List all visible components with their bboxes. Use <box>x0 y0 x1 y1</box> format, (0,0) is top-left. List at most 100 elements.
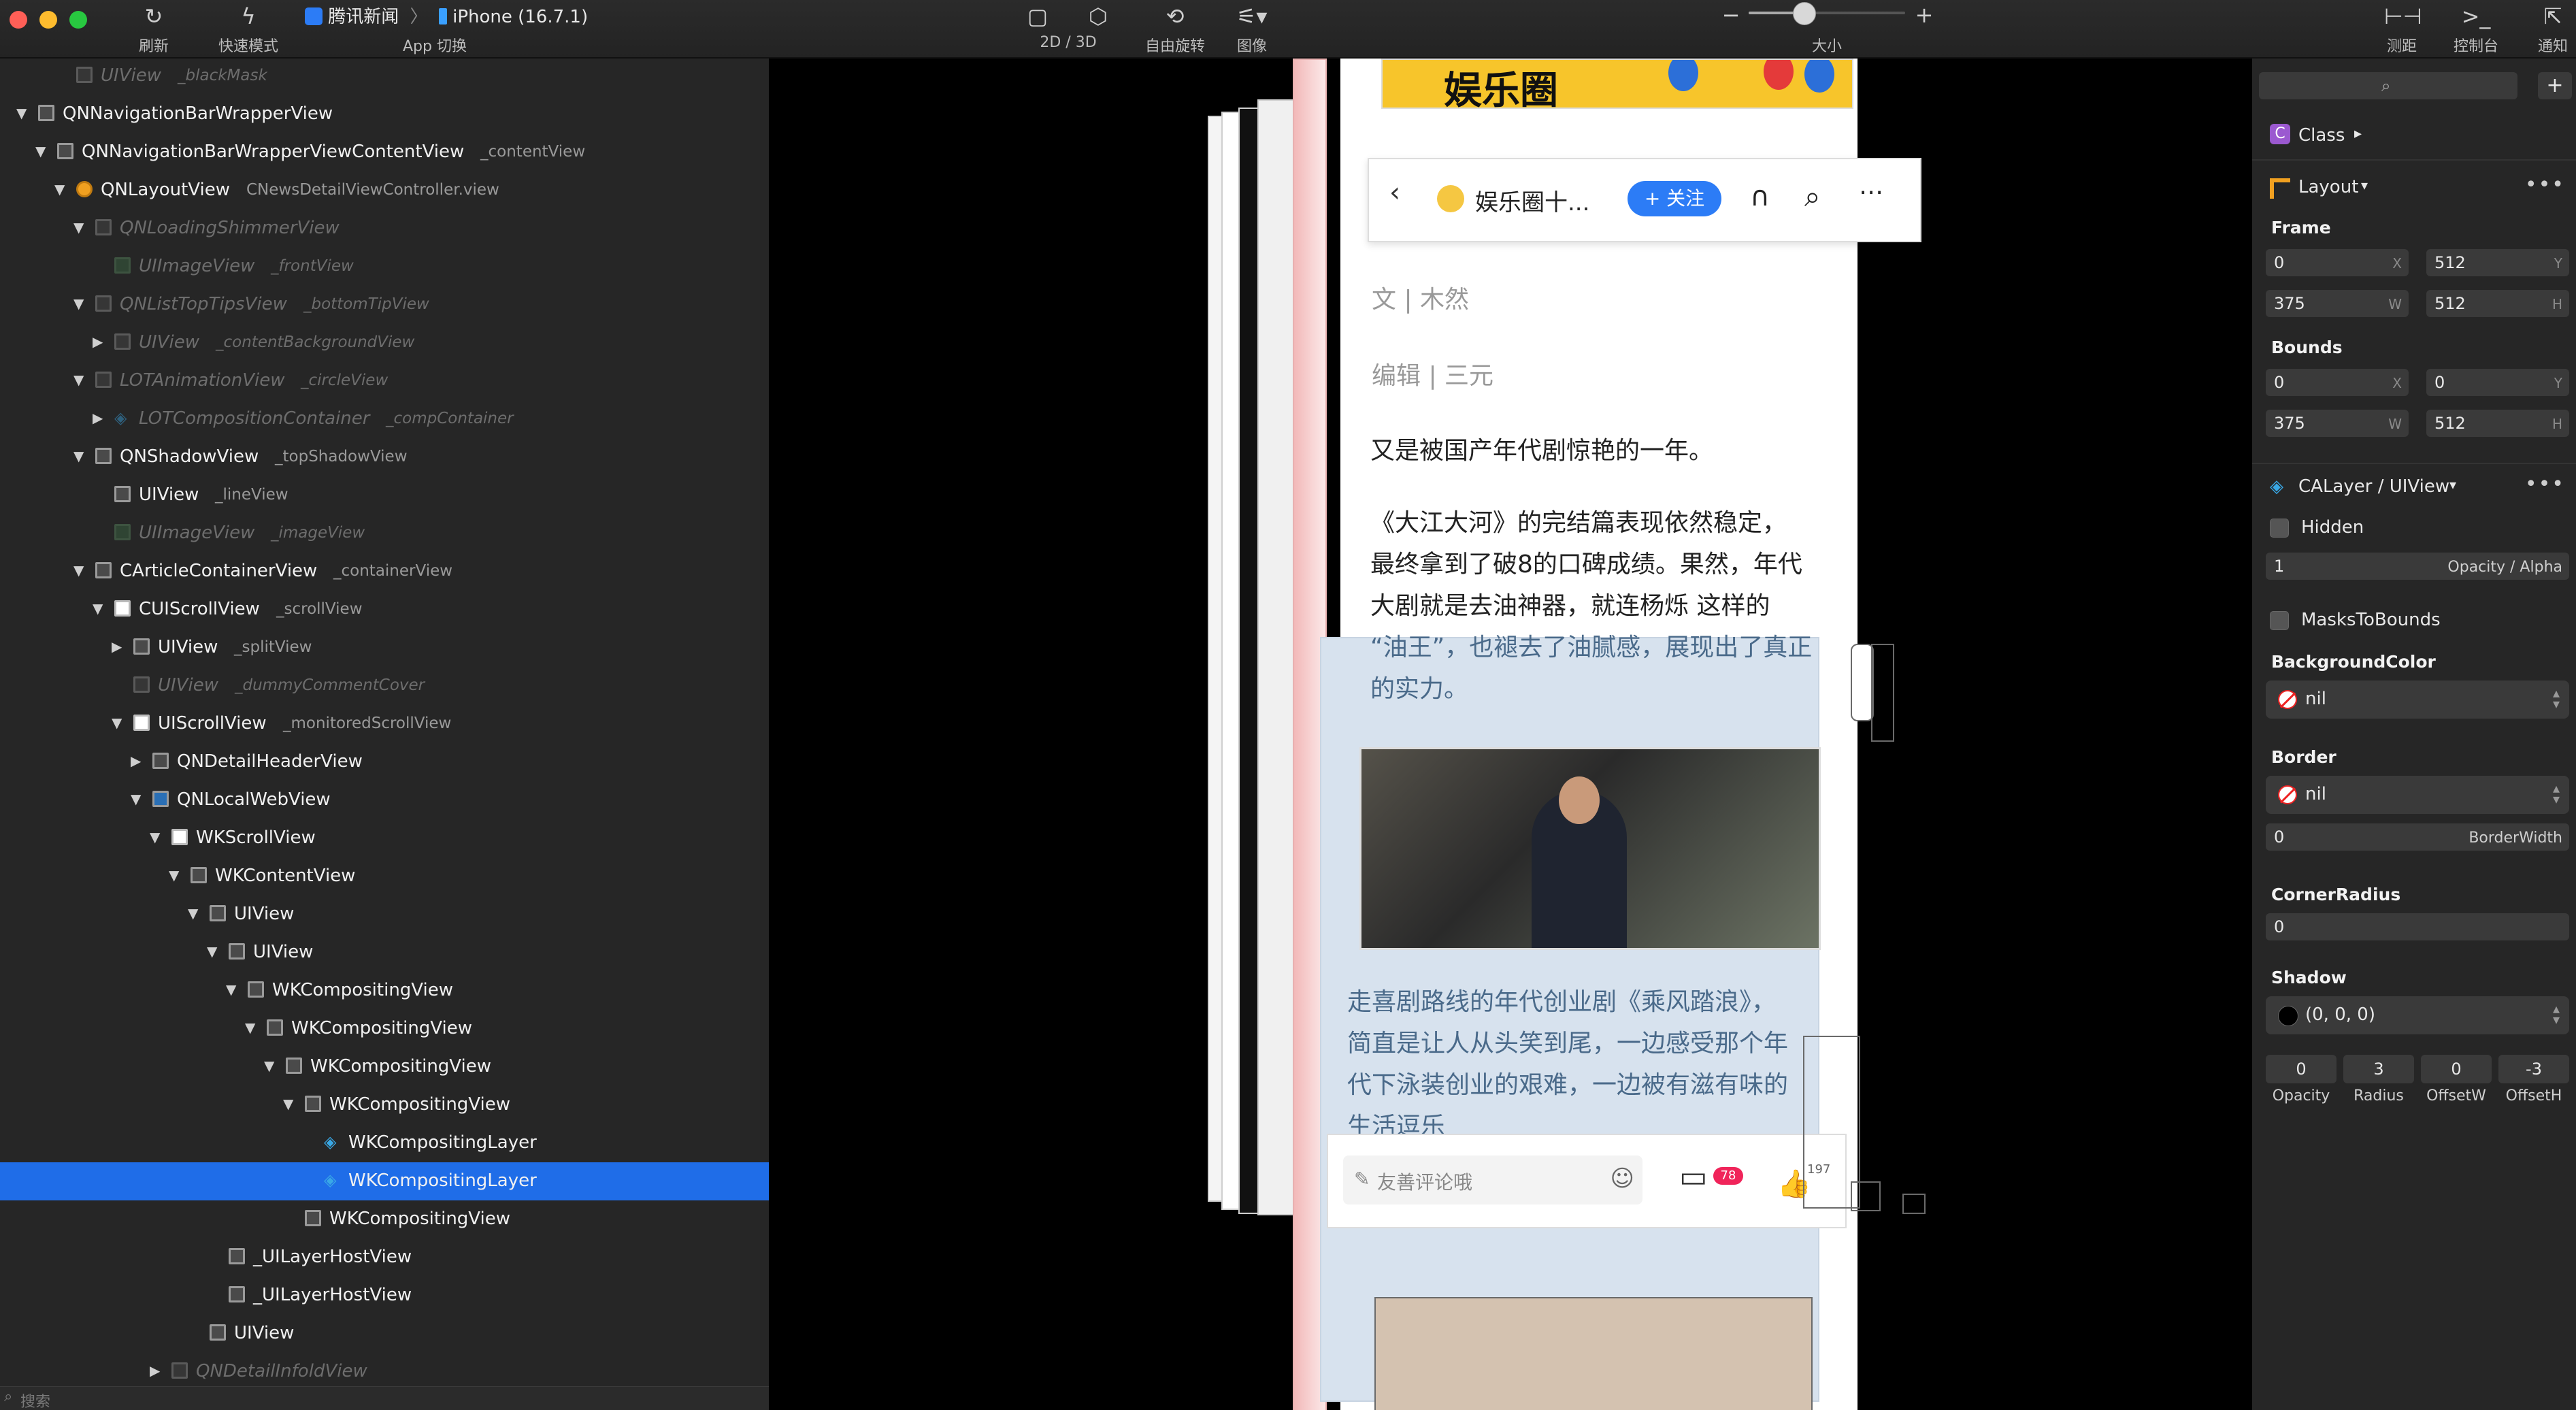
hierarchy-row[interactable]: ▼ LOTAnimationView _circleView <box>0 362 769 400</box>
hierarchy-row[interactable]: ▼ QNShadowView _topShadowView <box>0 438 769 476</box>
disclosure-expanded-icon[interactable]: ▼ <box>150 829 160 845</box>
corner-radius-field[interactable]: 0 <box>2266 913 2569 940</box>
disclosure-expanded-icon[interactable]: ▼ <box>283 1096 293 1112</box>
class-section-toggle[interactable]: Class <box>2298 125 2345 146</box>
notify-button[interactable]: ⇱ 通知 <box>2535 3 2571 56</box>
shadow-offseth-field[interactable]: -3 <box>2498 1055 2569 1083</box>
disclosure-expanded-icon[interactable]: ▼ <box>188 905 198 921</box>
hierarchy-row[interactable]: UIView _blackMask <box>0 59 769 95</box>
back-icon[interactable]: ‹ <box>1389 177 1400 208</box>
headphones-icon[interactable]: ∩ <box>1750 181 1770 212</box>
disclosure-expanded-icon[interactable]: ▼ <box>73 448 84 464</box>
zoom-window-button[interactable] <box>69 11 87 29</box>
disclosure-expanded-icon[interactable]: ▼ <box>207 943 217 960</box>
bounds-y-field[interactable]: 0Y <box>2426 369 2569 396</box>
hierarchy-search-field[interactable]: ⌕ 搜索 <box>0 1386 769 1410</box>
background-color-select[interactable]: nil ▴ ▾ <box>2266 681 2569 719</box>
disclosure-expanded-icon[interactable]: ▼ <box>112 715 122 731</box>
hierarchy-row[interactable]: ▶ UIView _contentBackgroundView <box>0 324 769 362</box>
more-icon[interactable]: ••• <box>2525 173 2565 197</box>
hierarchy-row[interactable]: ▼ QNLocalWebView <box>0 781 769 819</box>
frame-w-field[interactable]: 375 W <box>2266 290 2409 317</box>
disclosure-expanded-icon[interactable]: ▼ <box>131 791 141 807</box>
disclosure-expanded-icon[interactable]: ▼ <box>93 600 103 617</box>
zoom-out-button[interactable]: − <box>1721 1 1740 29</box>
calayer-section-toggle[interactable]: CALayer / UIView <box>2298 476 2449 497</box>
disclosure-expanded-icon[interactable]: ▼ <box>264 1058 274 1074</box>
hidden-checkbox[interactable] <box>2270 519 2289 538</box>
hierarchy-row[interactable]: ▼ QNListTopTipsView _bottomTipView <box>0 286 769 324</box>
disclosure-expanded-icon[interactable]: ▼ <box>35 143 46 159</box>
comment-icon[interactable]: ▭ <box>1679 1160 1708 1194</box>
border-width-field[interactable]: 0 BorderWidth <box>2266 823 2569 851</box>
hierarchy-row[interactable]: WKCompositingView <box>0 1200 769 1239</box>
minimize-window-button[interactable] <box>39 11 57 29</box>
inspector-search-input[interactable]: ⌕ <box>2259 72 2517 99</box>
frame-y-field[interactable]: 512 Y <box>2426 249 2569 276</box>
hierarchy-row[interactable]: UIView <box>0 1315 769 1353</box>
layout-section-toggle[interactable]: Layout <box>2298 177 2358 197</box>
hierarchy-row[interactable]: ▼ WKCompositingView <box>0 1010 769 1048</box>
hierarchy-row[interactable]: ▼ WKCompositingView <box>0 1048 769 1086</box>
free-rotate-button[interactable]: ⟲ 自由旋转 <box>1143 3 1207 56</box>
quick-mode-button[interactable]: ϟ 快速模式 <box>211 3 286 56</box>
image-options-button[interactable]: ⚟▾ 图像 <box>1230 3 1274 56</box>
hierarchy-row[interactable]: ▶ UIView _splitView <box>0 629 769 667</box>
disclosure-expanded-icon[interactable]: ▼ <box>169 867 179 883</box>
disclosure-expanded-icon[interactable]: ▼ <box>16 105 27 121</box>
frame-h-field[interactable]: 512 H <box>2426 290 2569 317</box>
disclosure-collapsed-icon[interactable]: ▶ <box>93 410 103 426</box>
disclosure-expanded-icon[interactable]: ▼ <box>245 1019 255 1036</box>
shadow-offsetw-field[interactable]: 0 <box>2421 1055 2492 1083</box>
3d-view-canvas[interactable]: 娱乐圈 ‹ 娱乐圈十... ∩ ⌕ ⋯ + 关注 文 | 木然 编辑 | 三元 … <box>769 59 2252 1410</box>
hierarchy-row[interactable]: ▼ WKCompositingView <box>0 972 769 1010</box>
hierarchy-row[interactable]: UIView _lineView <box>0 476 769 514</box>
console-button[interactable]: >_ 控制台 <box>2454 3 2498 56</box>
app-breadcrumb[interactable]: 腾讯新闻 〉 iPhone (16.7.1) <box>305 3 588 28</box>
hierarchy-row[interactable]: ▼ WKCompositingView <box>0 1086 769 1124</box>
disclosure-collapsed-icon[interactable]: ▶ <box>150 1362 160 1379</box>
hierarchy-row[interactable]: ▼ QNNavigationBarWrapperViewContentView _c… <box>0 133 769 171</box>
disclosure-collapsed-icon[interactable]: ▶ <box>131 753 141 769</box>
measure-button[interactable]: ⊢⊣ 测距 <box>2384 3 2422 56</box>
disclosure-expanded-icon[interactable]: ▼ <box>73 562 84 578</box>
masks-to-bounds-checkbox[interactable] <box>2270 611 2289 630</box>
frame-x-field[interactable]: 0X <box>2266 249 2409 276</box>
opacity-field[interactable]: 1 Opacity / Alpha <box>2266 553 2569 580</box>
hierarchy-row[interactable]: ▶ ◈ LOTCompositionContainer _compContainer <box>0 400 769 438</box>
hierarchy-row[interactable]: UIImageView _imageView <box>0 514 769 553</box>
bounds-w-field[interactable]: 375 W <box>2266 410 2409 437</box>
bounds-h-field[interactable]: 512 H <box>2426 410 2569 437</box>
disclosure-collapsed-icon[interactable]: ▶ <box>93 333 103 350</box>
view-2d-button[interactable]: ▢ <box>1026 3 1049 30</box>
border-color-select[interactable]: nil ▴ ▾ <box>2266 776 2569 814</box>
disclosure-expanded-icon[interactable]: ▼ <box>73 219 84 235</box>
hierarchy-row[interactable]: ▼ UIScrollView _monitoredScrollView <box>0 705 769 743</box>
shadow-opacity-field[interactable]: 0 <box>2266 1055 2336 1083</box>
bounds-x-field[interactable]: 0X <box>2266 369 2409 396</box>
comment-input[interactable]: ✎ 友善评论哦 ☺ <box>1343 1155 1642 1204</box>
hierarchy-row[interactable]: ▶ QNDetailHeaderView <box>0 743 769 781</box>
hierarchy-row[interactable]: ▼ QNLoadingShimmerView <box>0 210 769 248</box>
emoji-icon[interactable]: ☺ <box>1611 1165 1634 1192</box>
shadow-radius-field[interactable]: 3 <box>2343 1055 2414 1083</box>
hierarchy-row[interactable]: ▼ WKScrollView <box>0 819 769 857</box>
hierarchy-row[interactable]: ▼ CUIScrollView _scrollView <box>0 591 769 629</box>
add-button[interactable]: + <box>2538 72 2572 99</box>
hierarchy-row[interactable]: _UILayerHostView <box>0 1277 769 1315</box>
close-window-button[interactable] <box>10 11 27 29</box>
disclosure-expanded-icon[interactable]: ▼ <box>226 981 236 998</box>
disclosure-expanded-icon[interactable]: ▼ <box>54 181 65 197</box>
hierarchy-row[interactable]: ▼ QNNavigationBarWrapperView <box>0 95 769 133</box>
disclosure-collapsed-icon[interactable]: ▶ <box>112 638 122 655</box>
hierarchy-row[interactable]: ▼ WKContentView <box>0 857 769 896</box>
more-icon[interactable]: ⋯ <box>1859 178 1883 206</box>
hierarchy-row[interactable]: ▼ CArticleContainerView _containerView <box>0 553 769 591</box>
size-slider-thumb[interactable] <box>1792 2 1816 25</box>
hierarchy-row[interactable]: ▶ QNDetailInfoldView <box>0 1353 769 1391</box>
shadow-color-select[interactable]: (0, 0, 0) ▴ ▾ <box>2266 996 2569 1034</box>
hierarchy-row[interactable]: ◈ WKCompositingLayer <box>0 1124 769 1162</box>
hierarchy-row[interactable]: ▼ UIView <box>0 896 769 934</box>
channel-name[interactable]: 娱乐圈十... <box>1475 184 1589 217</box>
disclosure-expanded-icon[interactable]: ▼ <box>73 372 84 388</box>
